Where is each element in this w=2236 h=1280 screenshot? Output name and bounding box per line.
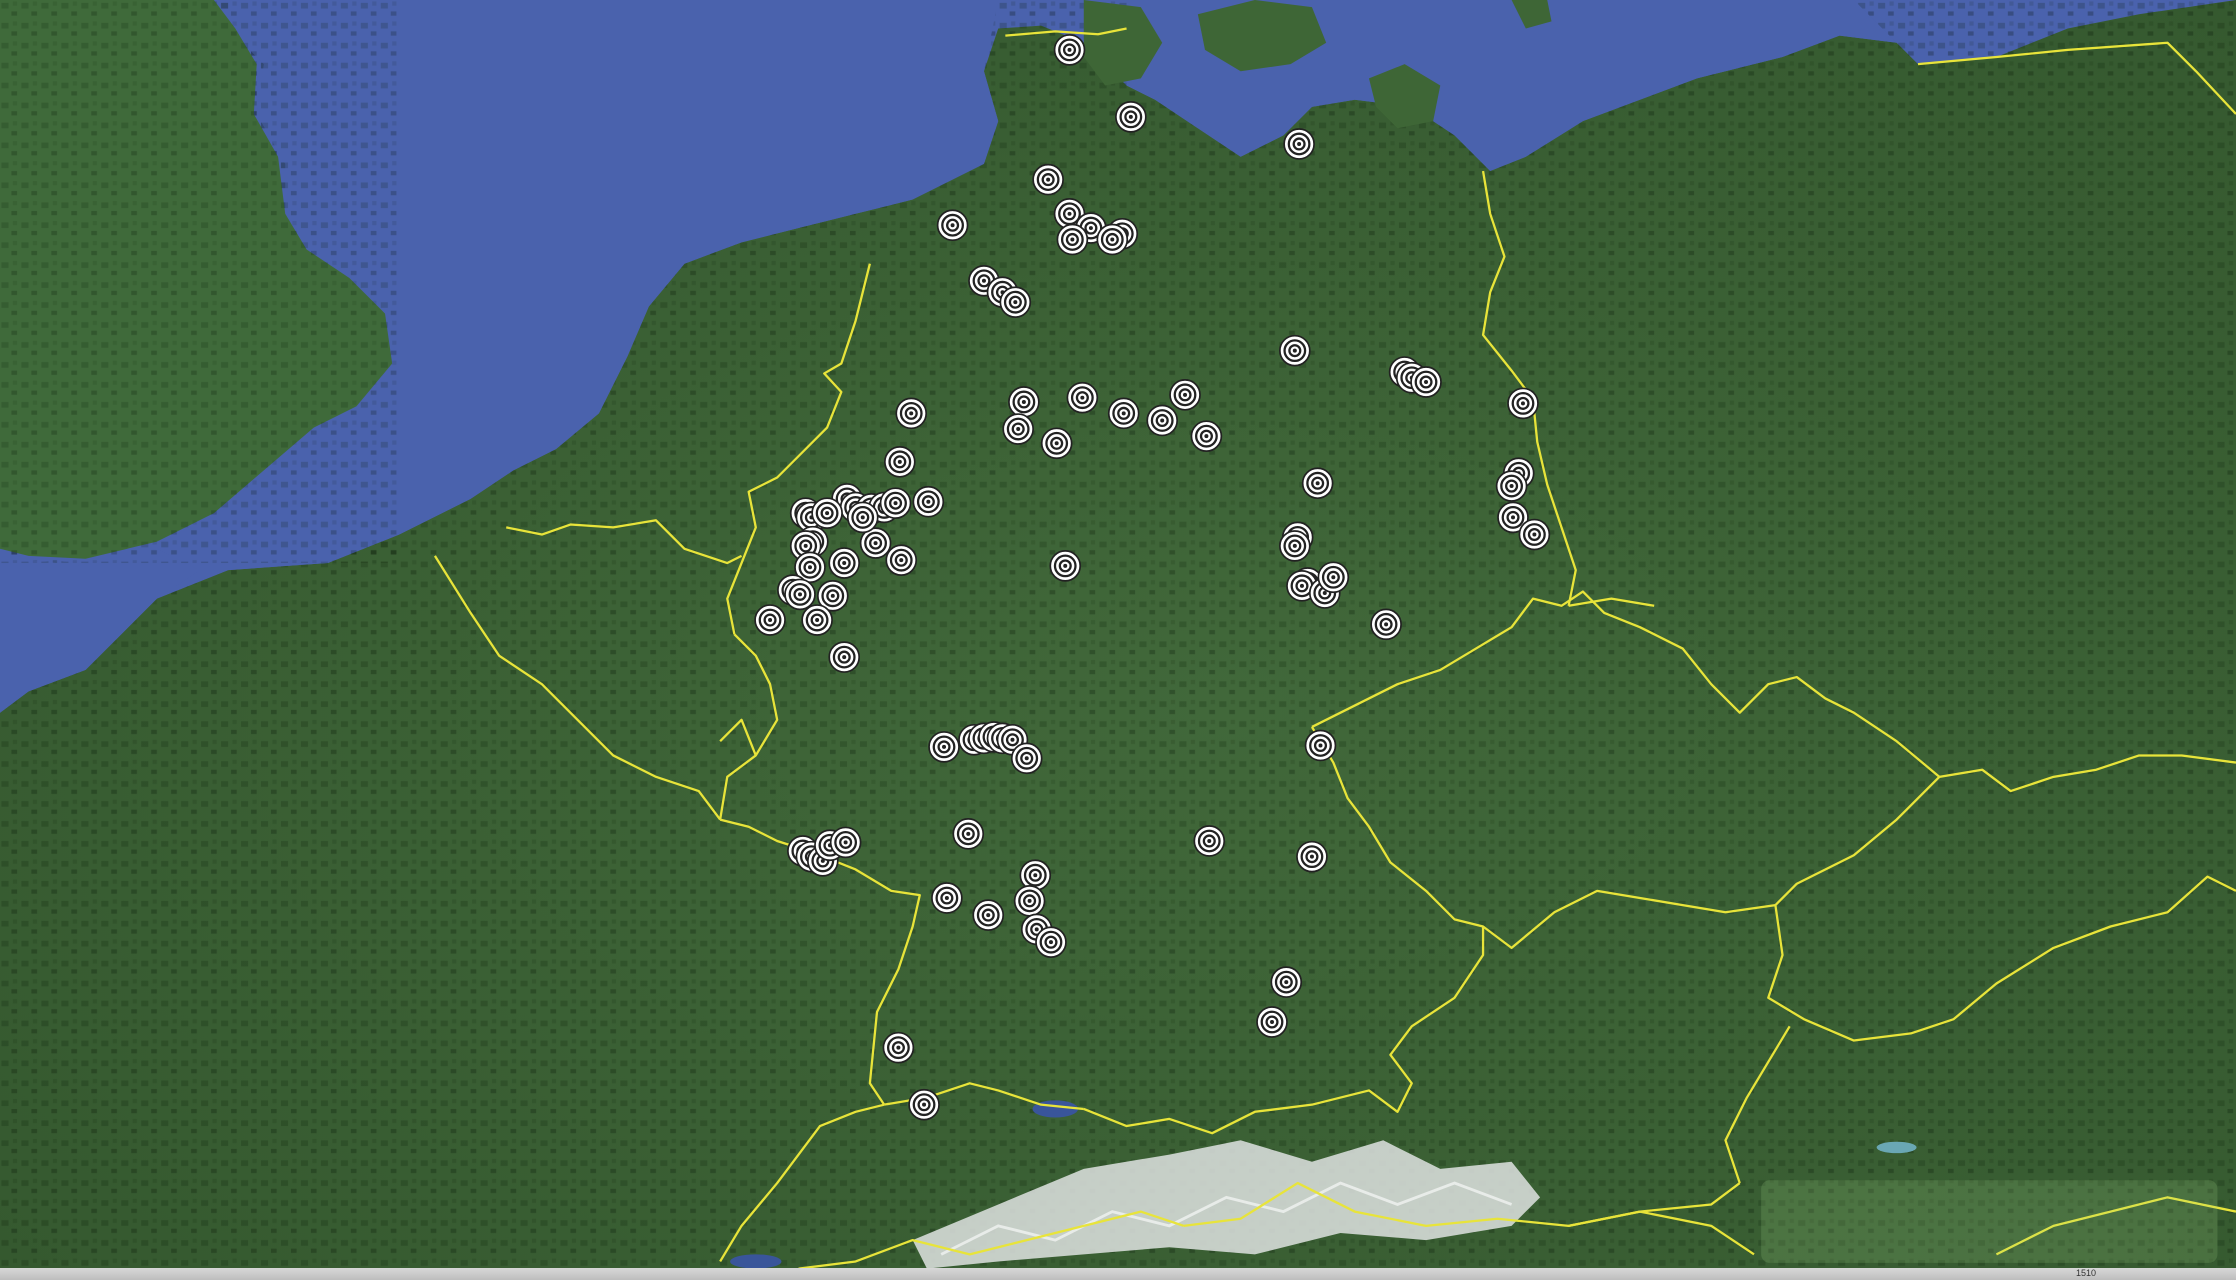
bullseye-target-icon[interactable] (1270, 966, 1303, 998)
lake-balaton (1876, 1141, 1917, 1154)
bullseye-target-icon[interactable] (1256, 1006, 1288, 1038)
bullseye-target-icon[interactable] (1283, 128, 1315, 160)
bullseye-target-icon[interactable] (1053, 34, 1086, 66)
bullseye-target-icon[interactable] (879, 487, 912, 519)
lake-geneva (730, 1254, 782, 1269)
bullseye-target-icon[interactable] (1019, 859, 1052, 892)
bullseye-target-icon[interactable] (1278, 334, 1311, 367)
bullseye-target-icon[interactable] (1190, 420, 1223, 452)
watermark-glow (1761, 1180, 2218, 1263)
map-scale-readout: 1510 (2075, 1268, 2096, 1278)
bullseye-target-icon[interactable] (801, 604, 833, 636)
bullseye-target-icon[interactable] (895, 397, 928, 430)
uk-texture (0, 0, 400, 564)
bullseye-target-icon[interactable] (972, 899, 1005, 931)
bullseye-target-icon[interactable] (1032, 163, 1064, 196)
bullseye-target-icon[interactable] (883, 446, 916, 478)
bullseye-target-icon[interactable] (1002, 413, 1035, 445)
bullseye-target-icon[interactable] (1410, 366, 1442, 398)
bullseye-target-icon[interactable] (936, 209, 969, 242)
bullseye-target-icon[interactable] (912, 485, 945, 518)
bullseye-target-icon[interactable] (928, 731, 960, 763)
bullseye-target-icon[interactable] (931, 882, 963, 914)
bullseye-target-icon[interactable] (1056, 223, 1089, 256)
bullseye-target-icon[interactable] (1035, 926, 1067, 959)
bullseye-target-icon[interactable] (846, 501, 879, 534)
bullseye-target-icon[interactable] (1010, 742, 1043, 775)
bullseye-target-icon[interactable] (908, 1088, 940, 1121)
bullseye-target-icon[interactable] (1146, 404, 1179, 437)
bullseye-target-icon[interactable] (828, 641, 861, 673)
bullseye-target-icon[interactable] (1296, 840, 1328, 873)
bullseye-target-icon[interactable] (1107, 397, 1140, 430)
bullseye-target-icon[interactable] (1013, 885, 1046, 917)
bullseye-target-icon[interactable] (999, 286, 1032, 319)
bullseye-target-icon[interactable] (882, 1031, 915, 1064)
satellite-map[interactable] (0, 0, 2236, 1280)
bullseye-target-icon[interactable] (952, 818, 985, 850)
bullseye-target-icon[interactable] (1278, 530, 1311, 562)
bullseye-target-icon[interactable] (1304, 729, 1337, 762)
bullseye-target-icon[interactable] (1301, 467, 1334, 500)
bullseye-target-icon[interactable] (885, 544, 918, 576)
bullseye-target-icon[interactable] (1370, 608, 1402, 641)
bullseye-target-icon[interactable] (1049, 550, 1082, 582)
bullseye-target-icon[interactable] (1066, 381, 1099, 414)
bullseye-target-icon[interactable] (829, 826, 862, 859)
bullseye-target-icon[interactable] (1096, 223, 1129, 256)
bullseye-target-icon[interactable] (1040, 427, 1073, 460)
bullseye-target-icon[interactable] (1518, 518, 1551, 551)
bullseye-target-icon[interactable] (811, 497, 843, 529)
bullseye-target-icon[interactable] (1193, 825, 1226, 857)
bullseye-target-icon[interactable] (754, 604, 786, 636)
bullseye-target-icon[interactable] (784, 578, 816, 611)
bullseye-target-icon[interactable] (1507, 387, 1539, 420)
bullseye-target-icon[interactable] (1495, 470, 1528, 502)
bullseye-target-icon[interactable] (1169, 379, 1201, 411)
bullseye-target-icon[interactable] (1008, 386, 1040, 418)
status-bar: 1510 (0, 1268, 2236, 1280)
bullseye-target-icon[interactable] (828, 547, 861, 579)
bullseye-target-icon[interactable] (1115, 101, 1147, 133)
bullseye-target-icon[interactable] (1317, 561, 1350, 594)
